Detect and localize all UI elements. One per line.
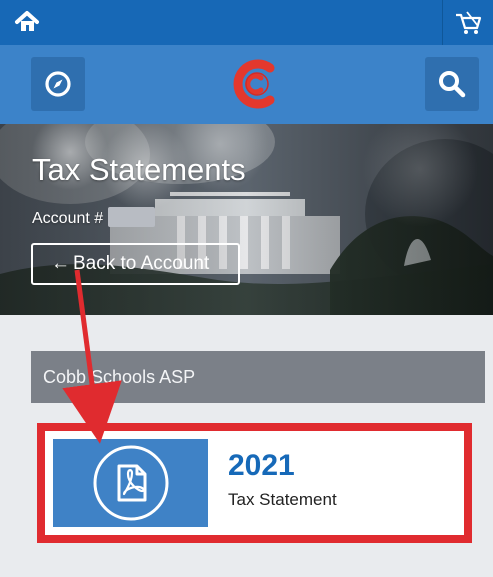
statement-year: 2021 — [228, 449, 295, 482]
cart-icon — [456, 10, 482, 34]
search-button[interactable] — [425, 57, 479, 111]
home-icon — [15, 11, 39, 31]
account-number: Account # — [32, 207, 156, 229]
back-to-account-label: Back to Account — [73, 253, 210, 274]
page-title: Tax Statements — [32, 152, 246, 187]
tax-statements-panel: Cobb Schools ASP 2021 Tax Statement — [31, 351, 485, 563]
tax-statements-page: Tax Statements Account # ← Back to Accoun… — [0, 0, 493, 577]
hero-banner: Tax Statements Account # ← Back to Accoun… — [0, 124, 493, 315]
compass-icon — [45, 71, 71, 97]
search-icon — [439, 71, 466, 98]
county-logo[interactable] — [231, 58, 283, 110]
account-label: Account # — [32, 210, 104, 227]
highlighted-statement: 2021 Tax Statement — [37, 423, 472, 543]
back-arrow-icon: ← — [51, 253, 70, 274]
navigation-bar — [0, 45, 493, 124]
statement-card[interactable]: 2021 Tax Statement — [53, 439, 460, 527]
masked-account-number — [108, 207, 156, 227]
home-button[interactable] — [14, 10, 40, 34]
cart-button[interactable] — [442, 0, 493, 45]
top-bar — [0, 0, 493, 45]
pdf-icon — [93, 445, 168, 521]
explore-button[interactable] — [31, 57, 85, 111]
pdf-icon-block[interactable] — [53, 439, 208, 527]
logo-icon — [233, 59, 275, 109]
statement-label: Tax Statement — [228, 490, 337, 509]
statement-text[interactable]: 2021 Tax Statement — [208, 439, 337, 527]
back-to-account-button[interactable]: ← Back to Account — [31, 243, 240, 285]
panel-header: Cobb Schools ASP — [31, 351, 485, 403]
